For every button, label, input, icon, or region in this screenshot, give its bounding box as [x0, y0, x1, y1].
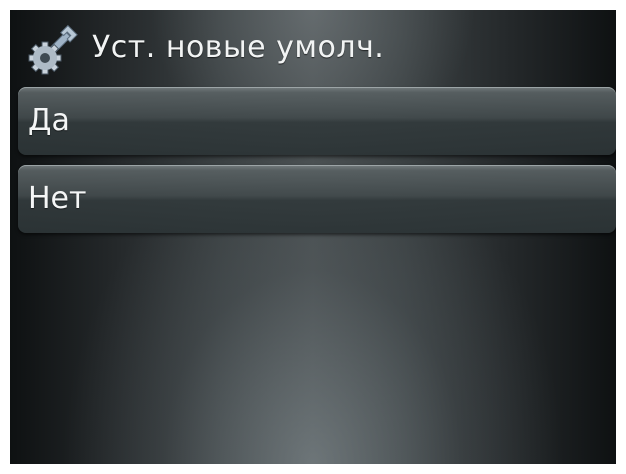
menu-item-label: Нет: [28, 181, 87, 216]
page-title: Уст. новые умолч.: [92, 30, 385, 65]
menu-item-no[interactable]: Нет: [18, 165, 616, 233]
screen-header: Уст. новые умолч.: [10, 10, 616, 84]
menu-item-label: Да: [28, 103, 70, 138]
menu-item-yes[interactable]: Да: [18, 87, 616, 155]
device-screen: Уст. новые умолч. Да Нет: [10, 10, 616, 464]
wrench-gear-icon: [28, 24, 84, 76]
